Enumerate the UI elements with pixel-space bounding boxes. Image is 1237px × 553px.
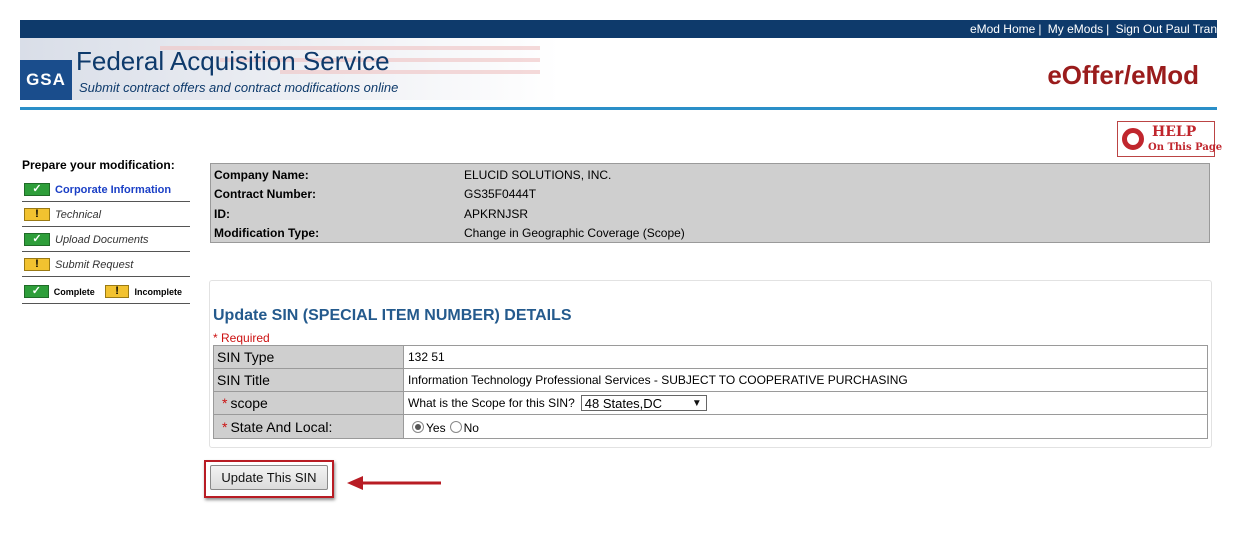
- nav-separator: |: [1106, 22, 1110, 36]
- info-row-modification-type: Modification Type: Change in Geographic …: [211, 223, 1209, 243]
- info-label: ID:: [214, 207, 230, 221]
- app-title: eOffer/eMod: [1047, 60, 1199, 90]
- sin-title-row: SIN Title Information Technology Profess…: [214, 369, 1207, 392]
- no-label: No: [463, 420, 479, 435]
- incomplete-warning-icon: !: [24, 258, 50, 271]
- required-star: *: [222, 418, 228, 435]
- sin-type-label: SIN Type: [214, 346, 404, 368]
- sin-title-value: Information Technology Professional Serv…: [408, 373, 908, 387]
- complete-check-icon: ✓: [24, 183, 50, 196]
- scope-row: * scope What is the Scope for this SIN? …: [214, 392, 1207, 415]
- info-value: APKRNJSR: [464, 207, 529, 221]
- gsa-logo: GSA: [20, 60, 72, 100]
- info-value: ELUCID SOLUTIONS, INC.: [464, 168, 612, 182]
- sidebar-item-upload-documents[interactable]: ✓ Upload Documents: [22, 228, 190, 252]
- top-nav-bar: eMod Home | My eMods | Sign Out Paul Tran: [20, 20, 1217, 38]
- scope-label: scope: [230, 395, 268, 411]
- site-title: Federal Acquisition Service: [76, 46, 390, 76]
- top-nav-links: eMod Home | My eMods | Sign Out Paul Tran: [970, 22, 1217, 36]
- info-row-company: Company Name: ELUCID SOLUTIONS, INC.: [211, 165, 1209, 185]
- state-local-value-cell: Yes No: [404, 415, 1207, 438]
- pointer-arrow-icon: [347, 476, 441, 490]
- scope-select[interactable]: 48 States,DC ▼: [580, 395, 707, 411]
- state-local-yes-radio[interactable]: [412, 420, 424, 433]
- header-divider: [20, 107, 1217, 110]
- sign-out-link[interactable]: Sign Out Paul Tran: [1116, 22, 1217, 36]
- site-subtitle: Submit contract offers and contract modi…: [79, 80, 399, 95]
- info-value: GS35F0444T: [464, 187, 537, 201]
- scope-value-cell: What is the Scope for this SIN? 48 State…: [404, 392, 1207, 414]
- chevron-down-icon: ▼: [691, 398, 702, 409]
- info-label: Contract Number:: [214, 187, 317, 201]
- info-row-contract-number: Contract Number: GS35F0444T: [211, 184, 1209, 204]
- legend-complete-label: Complete: [53, 286, 95, 297]
- sin-details-table: SIN Type 132 51 SIN Title Information Te…: [213, 345, 1208, 439]
- state-local-no-radio[interactable]: [449, 420, 462, 433]
- nav-separator: |: [1038, 22, 1042, 36]
- emod-home-link[interactable]: eMod Home: [970, 22, 1035, 36]
- info-label: Company Name:: [214, 168, 309, 182]
- sin-type-row: SIN Type 132 51: [214, 346, 1207, 369]
- help-sublabel: On This Page: [1148, 142, 1223, 153]
- my-emods-link[interactable]: My eMods: [1048, 22, 1103, 36]
- scope-label-cell: * scope: [214, 392, 404, 414]
- incomplete-warning-icon: !: [104, 285, 130, 298]
- sidebar-item-technical[interactable]: ! Technical: [22, 203, 190, 227]
- lifebuoy-icon: [1122, 128, 1144, 150]
- sidebar-item-label: Technical: [55, 208, 102, 221]
- site-banner: GSA Federal Acquisition Service Submit c…: [20, 38, 1217, 108]
- scope-selected-value: 48 States,DC: [584, 395, 663, 411]
- info-label: Modification Type:: [214, 226, 320, 240]
- contract-info-table: Company Name: ELUCID SOLUTIONS, INC. Con…: [210, 163, 1210, 243]
- info-row-id: ID: APKRNJSR: [211, 204, 1209, 224]
- complete-check-icon: ✓: [24, 233, 50, 246]
- sidebar-item-corporate-information[interactable]: ✓ Corporate Information: [22, 178, 190, 202]
- update-sin-button[interactable]: Update This SIN: [210, 465, 328, 490]
- sidebar-item-label: Submit Request: [55, 258, 134, 271]
- required-star: *: [222, 395, 228, 411]
- state-local-label-cell: * State And Local:: [214, 415, 404, 438]
- complete-check-icon: ✓: [24, 285, 49, 298]
- sidebar-title: Prepare your modification:: [22, 158, 175, 172]
- state-local-row: * State And Local: Yes No: [214, 415, 1207, 438]
- sin-title-label: SIN Title: [214, 369, 404, 391]
- sidebar-item-submit-request[interactable]: ! Submit Request: [22, 253, 190, 277]
- legend-incomplete-label: Incomplete: [134, 286, 182, 297]
- sin-panel-title: Update SIN (SPECIAL ITEM NUMBER) DETAILS: [213, 307, 572, 324]
- info-value: Change in Geographic Coverage (Scope): [464, 226, 685, 240]
- incomplete-warning-icon: !: [24, 208, 50, 221]
- state-local-label: State And Local:: [230, 418, 333, 435]
- required-note: * Required: [213, 331, 270, 345]
- sin-type-value: 132 51: [408, 350, 445, 364]
- help-button[interactable]: HELP On This Page: [1117, 121, 1222, 157]
- sidebar-item-label: Corporate Information: [55, 183, 172, 196]
- sidebar-item-label: Upload Documents: [55, 233, 149, 246]
- status-legend: ✓ Complete ! Incomplete: [22, 280, 190, 304]
- scope-question: What is the Scope for this SIN?: [408, 396, 575, 410]
- yes-label: Yes: [426, 420, 446, 435]
- help-label: HELP: [1152, 124, 1197, 140]
